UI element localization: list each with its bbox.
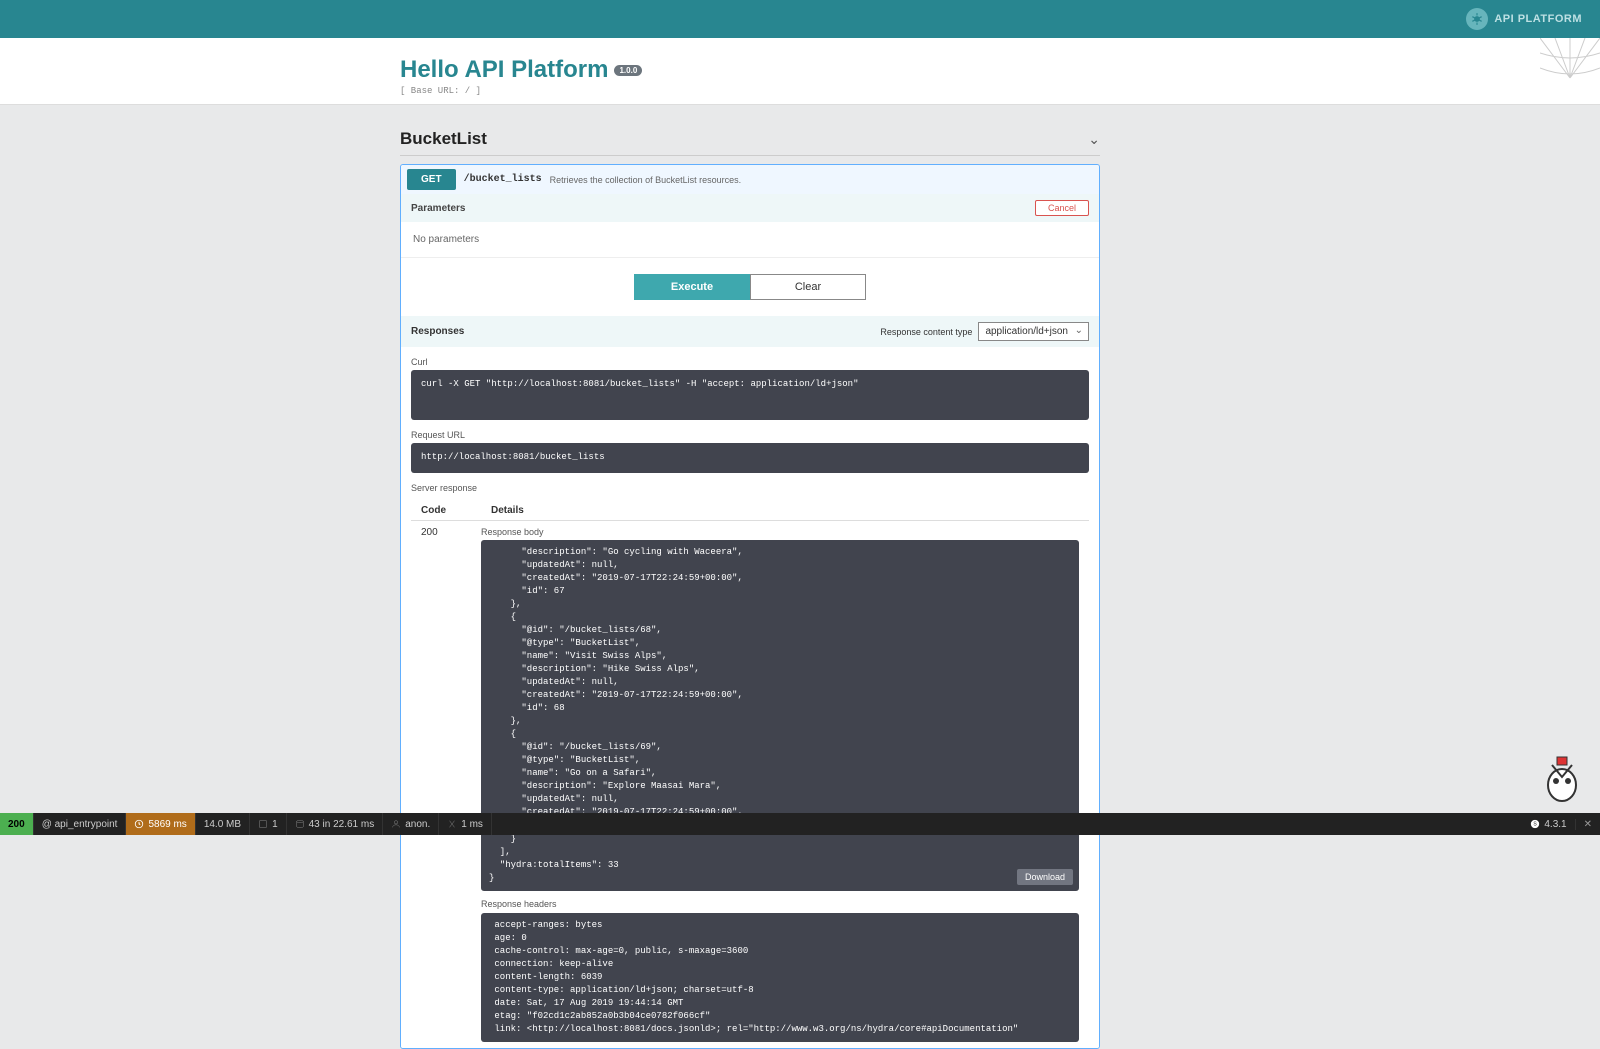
tag-name: BucketList: [400, 129, 487, 149]
debug-status[interactable]: 200: [0, 813, 34, 835]
symfony-debug-bar[interactable]: 200 @ api_entrypoint 5869 ms 14.0 MB 1 4…: [0, 813, 1600, 835]
debug-time[interactable]: 5869 ms: [126, 813, 195, 835]
chevron-down-icon: ⌄: [1088, 131, 1100, 148]
top-teal-bar: API PLATFORM: [0, 0, 1600, 38]
debug-close-icon[interactable]: ✕: [1576, 819, 1600, 830]
request-url-label: Request URL: [411, 430, 1089, 440]
debug-symfony-version[interactable]: S 4.3.1: [1522, 819, 1575, 830]
version-badge: 1.0.0: [614, 65, 642, 76]
brand-logo[interactable]: API PLATFORM: [1466, 8, 1582, 30]
response-code: 200: [411, 527, 481, 1043]
operation-description: Retrieves the collection of BucketList r…: [550, 175, 742, 185]
action-buttons-row: Execute Clear: [401, 258, 1099, 316]
execute-button[interactable]: Execute: [634, 274, 750, 300]
request-url-block[interactable]: http://localhost:8081/bucket_lists: [411, 443, 1089, 473]
response-table-header: Code Details: [411, 499, 1089, 521]
api-title: Hello API Platform 1.0.0: [400, 56, 1100, 84]
code-column-header: Code: [421, 505, 491, 516]
method-badge-get: GET: [407, 169, 456, 190]
curl-label: Curl: [411, 357, 1089, 367]
debug-memory[interactable]: 14.0 MB: [196, 813, 250, 835]
white-header: Hello API Platform 1.0.0 [ Base URL: / ]: [0, 38, 1600, 105]
clear-button[interactable]: Clear: [750, 274, 866, 300]
cancel-button[interactable]: Cancel: [1035, 200, 1089, 216]
brand-spider-icon: [1466, 8, 1488, 30]
debug-route[interactable]: @ api_entrypoint: [34, 813, 127, 835]
responses-bar: Responses Response content type applicat…: [401, 316, 1099, 347]
debug-twig[interactable]: 1 ms: [439, 813, 492, 835]
parameters-bar: Parameters Cancel: [401, 194, 1099, 222]
debug-user[interactable]: anon.: [383, 813, 439, 835]
debug-forms[interactable]: 1: [250, 813, 287, 835]
brand-text: API PLATFORM: [1494, 13, 1582, 25]
details-column-header: Details: [491, 505, 1079, 516]
response-body-label: Response body: [481, 527, 1079, 537]
tag-header-bucketlist[interactable]: BucketList ⌄: [400, 125, 1100, 156]
response-row: 200 Response body "description": "Go cyc…: [401, 521, 1099, 1049]
server-response-label: Server response: [411, 483, 1089, 493]
responses-heading: Responses: [411, 326, 464, 337]
no-parameters-text: No parameters: [401, 222, 1099, 258]
parameters-heading: Parameters: [411, 203, 465, 214]
response-headers-block[interactable]: accept-ranges: bytes age: 0 cache-contro…: [481, 913, 1079, 1042]
download-button[interactable]: Download: [1017, 869, 1073, 885]
operation-path: /bucket_lists: [464, 174, 542, 185]
operation-block-get-bucket-lists: GET /bucket_lists Retrieves the collecti…: [400, 164, 1100, 1049]
response-headers-label: Response headers: [481, 899, 1079, 909]
mascot-icon: [1532, 745, 1592, 805]
debug-db-queries[interactable]: 43 in 22.61 ms: [287, 813, 384, 835]
content-type-label: Response content type: [880, 327, 972, 337]
curl-command-block[interactable]: curl -X GET "http://localhost:8081/bucke…: [411, 370, 1089, 420]
operation-summary[interactable]: GET /bucket_lists Retrieves the collecti…: [401, 165, 1099, 194]
response-body-block[interactable]: "description": "Go cycling with Waceera"…: [481, 540, 1079, 891]
base-url-label: [ Base URL: / ]: [400, 86, 1100, 96]
content-type-select[interactable]: application/ld+json: [978, 322, 1089, 341]
